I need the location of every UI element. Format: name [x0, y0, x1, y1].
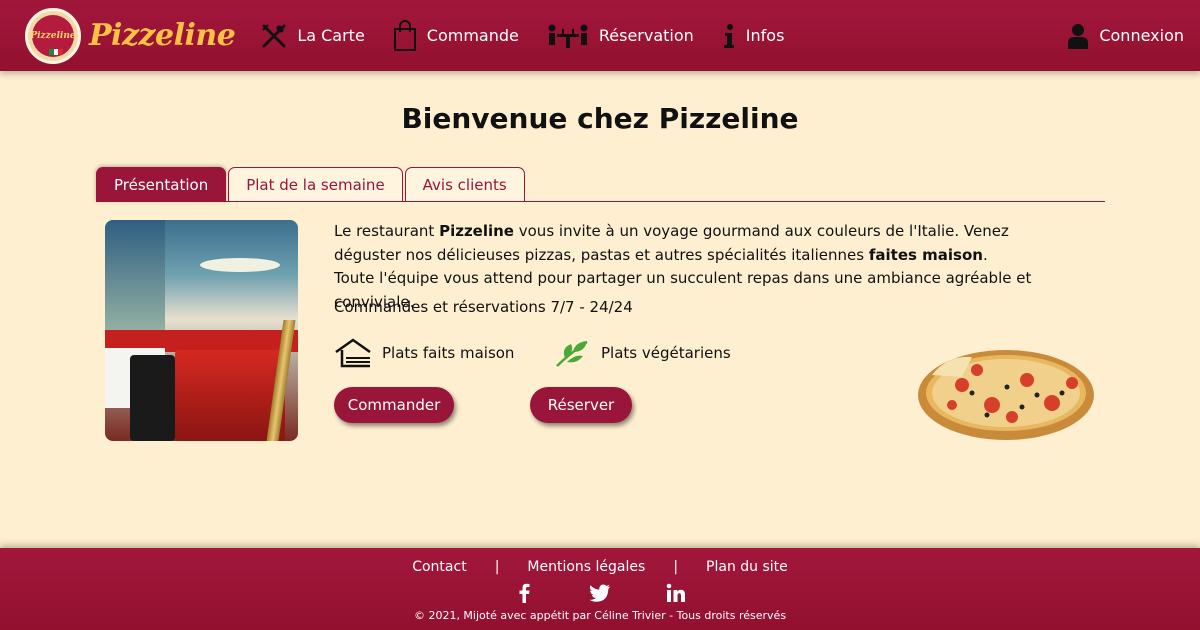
login-link[interactable]: Connexion — [1067, 0, 1184, 71]
nav-item-label: Infos — [745, 26, 785, 45]
text-segment: . — [982, 245, 988, 264]
nav-item-commande[interactable]: Commande — [393, 19, 519, 52]
login-label: Connexion — [1099, 26, 1184, 45]
content-tabs: Présentation Plat de la semaine Avis cli… — [96, 167, 527, 202]
logo[interactable]: Pizzeline Pizzeline — [25, 7, 236, 64]
text-segment: Le restaurant — [334, 222, 440, 240]
tab-plat-de-la-semaine[interactable]: Plat de la semaine — [228, 167, 403, 202]
leaf-icon — [556, 340, 588, 367]
footer-link-plan-du-site[interactable]: Plan du site — [706, 559, 788, 575]
twitter-icon[interactable] — [588, 582, 612, 604]
house-icon — [335, 338, 371, 368]
order-button[interactable]: Commander — [334, 387, 454, 423]
feature-homemade: Plats faits maison — [334, 338, 514, 368]
linkedin-icon[interactable] — [664, 582, 688, 604]
nav-item-reservation[interactable]: Réservation — [547, 23, 694, 49]
footer-link-contact[interactable]: Contact — [412, 559, 466, 575]
tab-avis-clients[interactable]: Avis clients — [404, 167, 525, 202]
nav-item-la-carte[interactable]: La Carte — [261, 23, 365, 49]
info-icon — [723, 23, 734, 48]
dining-table-icon — [548, 24, 588, 48]
logo-badge: Pizzeline — [25, 7, 81, 64]
social-links — [0, 582, 1200, 604]
nav-item-label: Commande — [426, 26, 519, 45]
user-icon — [1068, 23, 1089, 49]
brand-name: Pizzeline — [89, 18, 236, 53]
restaurant-name-bold: Pizzeline — [439, 222, 514, 240]
feature-label: Plats faits maison — [382, 344, 515, 362]
pizza-image — [918, 350, 1094, 440]
feature-vegetarian: Plats végétariens — [553, 338, 731, 368]
footer-separator: | — [673, 559, 679, 575]
footer-links: Contact | Mentions légales | Plan du sit… — [0, 559, 1200, 575]
cutlery-icon — [262, 23, 286, 47]
top-navigation-bar: Pizzeline Pizzeline La Carte Commande Ré… — [0, 0, 1200, 71]
page-title: Bienvenue chez Pizzeline — [401, 102, 799, 135]
nav-item-infos[interactable]: Infos — [722, 23, 785, 49]
italian-flag-icon — [49, 48, 64, 55]
feature-label: Plats végétariens — [601, 344, 731, 362]
book-button[interactable]: Réserver — [530, 387, 632, 423]
footer: Contact | Mentions légales | Plan du sit… — [0, 548, 1200, 630]
tab-presentation[interactable]: Présentation — [96, 167, 227, 202]
copyright-text: © 2021, Mijoté avec appétit par Céline T… — [413, 609, 787, 622]
footer-link-mentions-legales[interactable]: Mentions légales — [527, 559, 645, 575]
opening-hours: Commandes et réservations 7/7 - 24/24 — [334, 298, 633, 316]
nav-item-label: Réservation — [598, 26, 694, 45]
footer-separator: | — [494, 559, 500, 575]
restaurant-interior-photo — [105, 220, 298, 441]
shopping-bag-icon — [393, 19, 416, 51]
nav-item-label: La Carte — [297, 26, 365, 45]
homemade-bold: faites maison — [868, 245, 983, 264]
main-nav: La Carte Commande Réservation Infos — [261, 0, 812, 71]
tab-divider — [96, 201, 1105, 202]
facebook-icon[interactable] — [512, 582, 536, 604]
